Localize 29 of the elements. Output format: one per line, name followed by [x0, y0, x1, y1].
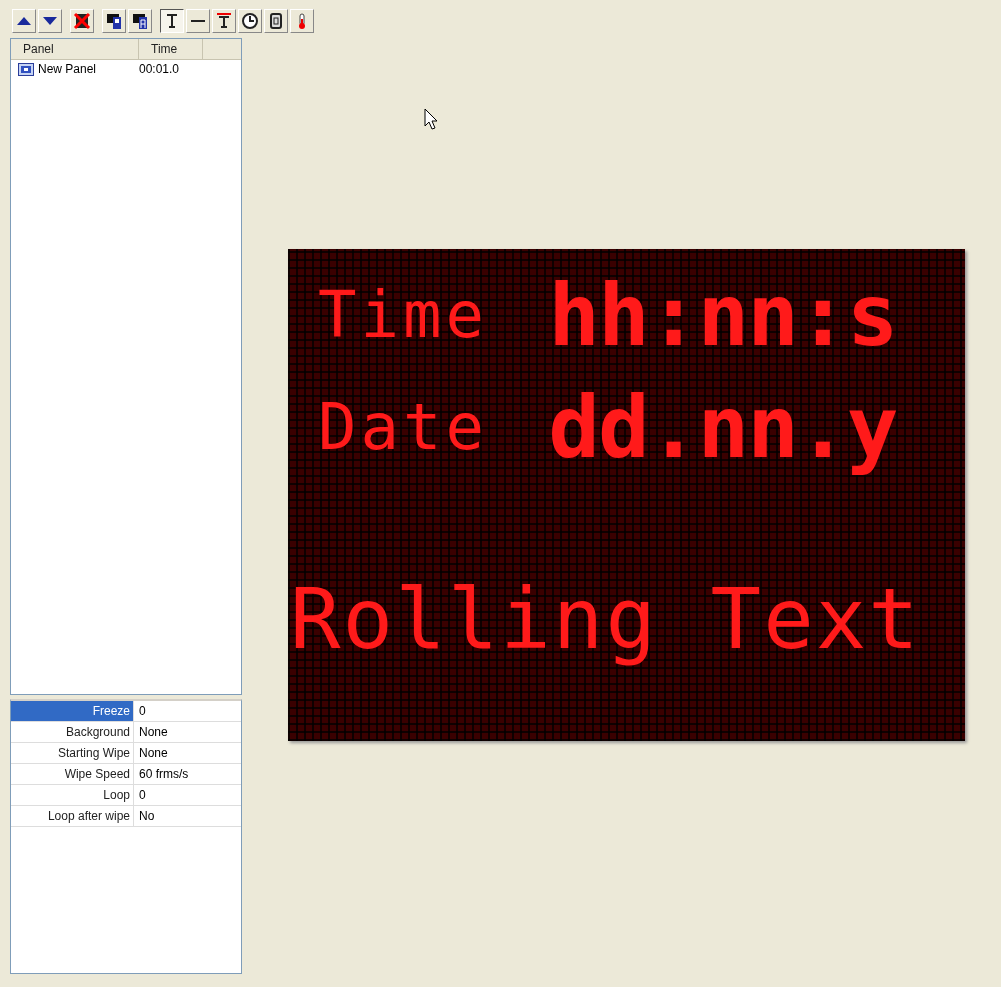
panel-icon — [18, 62, 34, 76]
pointer-icon — [424, 108, 438, 130]
property-name[interactable]: Starting Wipe — [11, 743, 134, 763]
column-header[interactable]: Time — [139, 39, 203, 59]
property-name[interactable]: Loop after wipe — [11, 806, 134, 826]
property-value[interactable]: 0 — [134, 785, 146, 805]
property-value[interactable]: None — [134, 722, 168, 742]
toolbar-button[interactable] — [160, 9, 184, 33]
property-name[interactable]: Background — [11, 722, 134, 742]
property-value[interactable]: 60 frms/s — [134, 764, 189, 784]
panel-time: 00:01.0 — [139, 62, 180, 76]
column-header[interactable]: Panel — [11, 39, 139, 59]
delete-icon — [73, 12, 91, 30]
led-rolling-text: Rolling Text — [289, 570, 921, 668]
property-value[interactable]: None — [134, 743, 168, 763]
panel-name[interactable]: New Panel — [38, 62, 97, 76]
property-name[interactable]: Freeze — [11, 701, 134, 721]
property-value[interactable]: 0 — [134, 701, 146, 721]
led-value: hh:nn:s — [548, 265, 897, 365]
property-name[interactable]: Loop — [11, 785, 134, 805]
clock-icon — [241, 12, 259, 30]
led-label: Time — [317, 278, 489, 352]
title-icon — [215, 12, 233, 30]
panel-icon — [105, 12, 123, 30]
property-value[interactable]: No — [134, 806, 155, 826]
led-label: Date — [317, 390, 489, 464]
line-icon — [191, 20, 205, 22]
led-value: dd.nn.y — [548, 377, 897, 477]
property-name[interactable]: Wipe Speed — [11, 764, 134, 784]
